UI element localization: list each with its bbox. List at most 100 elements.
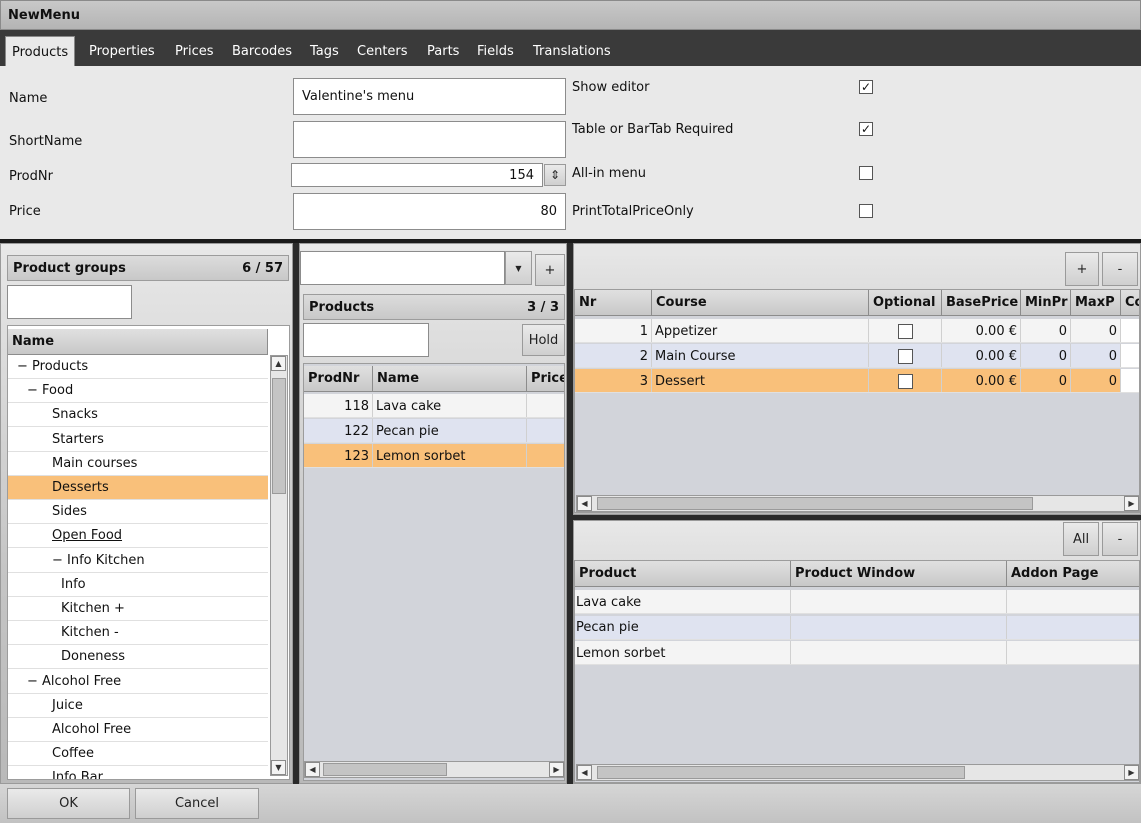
table-row[interactable]: 123 Lemon sorbet [304,444,564,468]
group-tree-item[interactable]: − Products [8,355,268,379]
ok-button[interactable]: OK [7,788,130,819]
scroll-right-icon[interactable]: ▶ [1124,496,1139,511]
group-tree-item-label: − Products [17,359,89,374]
table-row[interactable]: 118 Lava cake [304,394,564,418]
tab-centers[interactable]: Centers [357,44,408,59]
optional-checkbox[interactable] [897,348,913,364]
scroll-down-icon[interactable]: ▼ [271,760,286,775]
course-name-cell: Dessert [652,369,869,392]
scroll-left-icon[interactable]: ◀ [305,762,320,777]
filter-dropdown-button[interactable]: ▼ [505,251,532,285]
group-tree-item[interactable]: Starters [8,428,268,452]
add-course-button[interactable]: + [1065,252,1099,286]
group-tree-item[interactable]: Kitchen + [8,597,268,621]
tab-prices[interactable]: Prices [175,44,214,59]
shortname-input[interactable] [293,121,566,158]
group-tree-item[interactable]: Main courses [8,452,268,476]
price-input[interactable]: 80 [293,193,566,230]
group-tree-item[interactable]: Open Food [8,524,268,549]
group-tree-item[interactable]: Kitchen - [8,621,268,646]
group-tree-item-label: − Info Kitchen [52,552,145,568]
course-products-hscroll-thumb[interactable] [597,766,965,779]
courses-col-baseprice[interactable]: BasePrice [942,290,1021,316]
tab-fields[interactable]: Fields [477,44,514,59]
allin-checkbox[interactable] [859,166,873,180]
group-tree-item[interactable]: Doneness [8,645,268,670]
table-required-checkbox[interactable]: ✓ [859,122,873,136]
all-button[interactable]: All [1063,522,1099,556]
scroll-right-icon[interactable]: ▶ [549,762,564,777]
tab-properties[interactable]: Properties [89,44,155,59]
group-tree-item[interactable]: − Info Kitchen [8,549,268,573]
courses-hscrollbar[interactable]: ◀ ▶ [576,495,1139,512]
scroll-up-icon[interactable]: ▲ [271,356,286,371]
group-tree-item[interactable]: Sides [8,500,268,525]
course-products-col-addon[interactable]: Addon Page [1007,561,1139,587]
courses-col-co[interactable]: Co [1121,290,1139,316]
groups-scroll-thumb[interactable] [272,378,286,494]
products-col-price[interactable]: Price [527,366,564,392]
course-products-hscrollbar[interactable]: ◀ ▶ [576,764,1139,781]
tab-translations[interactable]: Translations [533,44,611,59]
course-name-cell: Main Course [652,344,869,367]
courses-col-minprice[interactable]: MinPr [1021,290,1071,316]
tab-tags[interactable]: Tags [310,44,339,59]
table-row[interactable]: 3 Dessert 0.00 €0 0 [575,369,1139,393]
remove-course-button[interactable]: - [1102,252,1138,286]
scroll-left-icon[interactable]: ◀ [577,765,592,780]
course-products-col-window[interactable]: Product Window [791,561,1007,587]
name-input[interactable]: Valentine's menu [293,78,566,115]
remove-course-product-button[interactable]: - [1102,522,1138,556]
scroll-right-icon[interactable]: ▶ [1124,765,1139,780]
group-tree-item[interactable]: Alcohol Free [8,718,268,742]
cancel-button[interactable]: Cancel [135,788,259,819]
group-tree-item-label: Snacks [52,407,98,423]
group-tree-item[interactable]: Info [8,573,268,597]
hold-button[interactable]: Hold [522,324,565,356]
courses-col-maxprice[interactable]: MaxP [1071,290,1121,316]
scroll-left-icon[interactable]: ◀ [577,496,592,511]
group-tree-item[interactable]: − Food [8,379,268,404]
prodnr-input[interactable]: 154 [291,163,543,187]
add-product-button[interactable]: + [535,254,565,286]
group-tree-item[interactable]: Snacks [8,403,268,428]
products-search-input[interactable] [303,323,429,357]
table-row[interactable]: Lemon sorbet [575,641,1139,665]
products-col-name[interactable]: Name [373,366,527,392]
tab-products[interactable]: Products [5,36,76,66]
tab-barcodes[interactable]: Barcodes [232,44,292,59]
prodnr-spinner[interactable]: ⇕ [544,164,566,186]
course-products-col-product[interactable]: Product [575,561,791,587]
products-col-prodnr[interactable]: ProdNr [304,366,373,392]
groups-search-input[interactable] [7,285,132,319]
show-editor-checkbox[interactable]: ✓ [859,80,873,94]
group-tree-item[interactable]: Coffee [8,742,268,767]
groups-column-name[interactable]: Name [8,329,268,355]
courses-col-nr[interactable]: Nr [575,290,652,316]
table-row[interactable]: 1 Appetizer 0.00 €0 0 [575,319,1139,343]
optional-checkbox[interactable] [897,373,913,389]
name-label: Name [9,91,48,106]
products-hscroll-thumb[interactable] [323,763,447,776]
print-total-checkbox[interactable] [859,204,873,218]
table-row[interactable]: Lava cake [575,590,1139,614]
products-filter-select[interactable] [300,251,505,285]
courses-hscroll-thumb[interactable] [597,497,1033,510]
group-tree-item[interactable]: Juice [8,694,268,718]
group-tree-item[interactable]: Info Bar [8,766,268,779]
groups-scrollbar[interactable]: ▲ ▼ [270,355,288,776]
group-tree-item-label: Juice [52,697,83,713]
courses-col-course[interactable]: Course [652,290,869,316]
table-row[interactable]: 2 Main Course 0.00 €0 0 [575,344,1139,368]
group-tree-item[interactable]: Desserts [8,476,268,500]
products-hscrollbar[interactable]: ◀ ▶ [304,761,564,778]
group-tree-item[interactable]: − Alcohol Free [8,670,268,694]
courses-col-optional[interactable]: Optional [869,290,942,316]
course-product-window-cell [791,615,1007,639]
optional-checkbox[interactable] [897,323,913,339]
table-row[interactable]: 122 Pecan pie [304,419,564,443]
product-groups-count: 6 / 57 [242,260,283,276]
group-tree-item-label: Coffee [52,746,94,762]
table-row[interactable]: Pecan pie [575,615,1139,640]
tab-parts[interactable]: Parts [427,44,459,59]
